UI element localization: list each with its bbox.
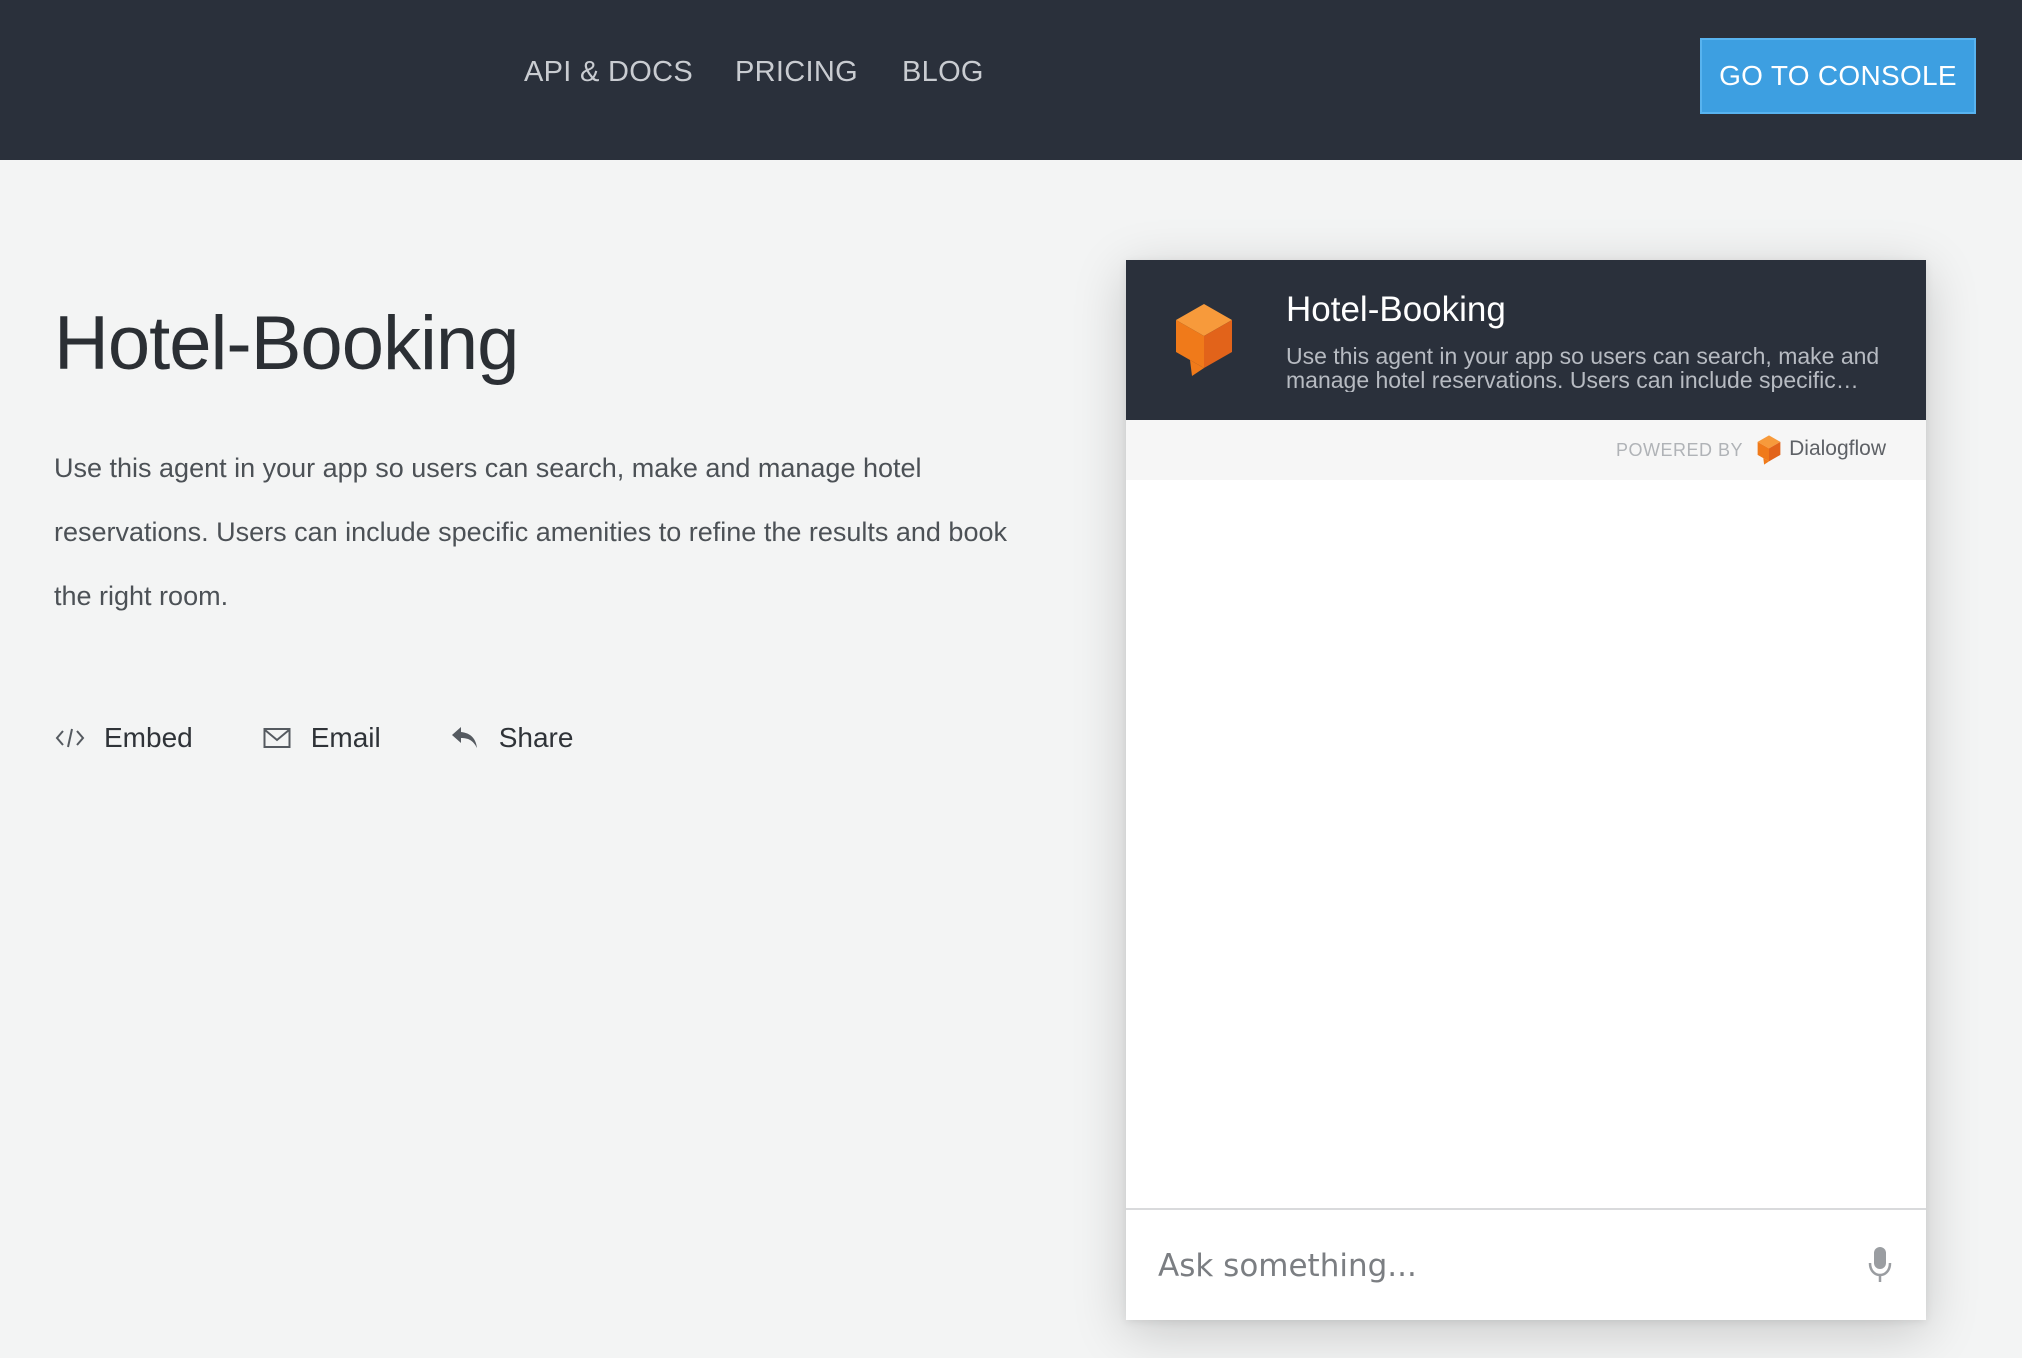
powered-by-bar: POWERED BY Dialogflow <box>1126 420 1926 480</box>
agent-description: Use this agent in your app so users can … <box>54 453 1007 611</box>
ask-input[interactable] <box>1158 1238 1838 1294</box>
microphone-icon[interactable] <box>1868 1246 1892 1284</box>
page-title: Hotel-Booking <box>54 301 519 386</box>
reply-arrow-icon <box>449 722 481 754</box>
envelope-icon <box>261 722 293 754</box>
code-icon <box>54 722 86 754</box>
widget-header: Hotel-Booking Use this agent in your app… <box>1126 260 1926 420</box>
email-button[interactable]: Email <box>261 722 381 754</box>
embed-label: Embed <box>104 722 193 753</box>
nav-link-blog[interactable]: BLOG <box>902 56 984 89</box>
share-button[interactable]: Share <box>449 722 574 754</box>
widget-description: Use this agent in your app so users can … <box>1286 344 1880 392</box>
embed-button[interactable]: Embed <box>54 722 193 754</box>
nav-link-api-docs[interactable]: API & DOCS <box>524 56 693 89</box>
action-bar: Embed Email Share <box>54 722 641 754</box>
share-label: Share <box>498 722 574 753</box>
nav-link-pricing[interactable]: PRICING <box>735 56 858 89</box>
dialogflow-brand[interactable]: Dialogflow <box>1789 437 1886 461</box>
go-to-console-button[interactable]: GO TO CONSOLE <box>1700 38 1976 114</box>
dialogflow-logo-icon <box>1172 302 1236 378</box>
powered-by-label: POWERED BY <box>1615 440 1743 460</box>
top-navigation-bar: API & DOCS PRICING BLOG GO TO CONSOLE <box>0 0 2022 160</box>
widget-title: Hotel-Booking <box>1286 290 1506 329</box>
dialogflow-small-logo-icon <box>1756 434 1782 466</box>
email-label: Email <box>310 722 381 753</box>
chat-messages-area[interactable] <box>1126 480 1926 1268</box>
chat-widget: Hotel-Booking Use this agent in your app… <box>1126 260 1926 1320</box>
chat-input-area <box>1126 1208 1926 1320</box>
